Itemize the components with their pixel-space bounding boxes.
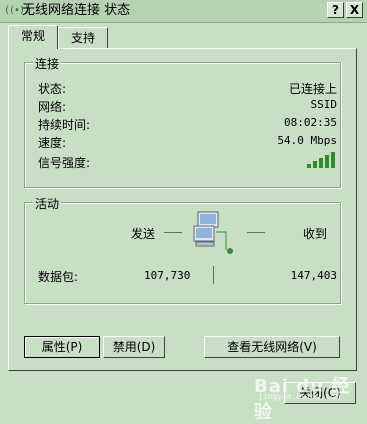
signal-strength-icon bbox=[307, 152, 339, 168]
signal-bar-1 bbox=[307, 164, 311, 168]
close-window-button[interactable]: X bbox=[346, 2, 363, 18]
activity-divider-line bbox=[213, 266, 214, 284]
speed-label: 速度: bbox=[38, 136, 67, 150]
disable-button[interactable]: 禁用(D) bbox=[103, 336, 165, 358]
duration-value: 08:02:35 bbox=[284, 116, 337, 129]
watermark-url: jingyan.baidu.com bbox=[258, 392, 340, 401]
network-value: SSID bbox=[310, 98, 338, 111]
activity-section-label: 活动 bbox=[33, 195, 62, 212]
computers-icon bbox=[190, 210, 236, 256]
received-label: 收到 bbox=[303, 227, 328, 241]
connection-section-label: 连接 bbox=[33, 55, 62, 72]
received-packets-value: 147,403 bbox=[290, 269, 337, 282]
packets-label: 数据包: bbox=[38, 270, 79, 284]
signal-bar-3 bbox=[319, 158, 323, 168]
properties-button[interactable]: 属性(P) bbox=[24, 336, 100, 358]
status-value: 已连接上 bbox=[288, 82, 337, 96]
signal-bar-2 bbox=[313, 161, 317, 168]
sent-label: 发送 bbox=[131, 227, 156, 241]
title-bar: ((•)) 无线网络连接 状态 ? X bbox=[0, 0, 367, 23]
duration-label: 持续时间: bbox=[38, 118, 91, 132]
received-line bbox=[247, 232, 265, 233]
window-title: 无线网络连接 状态 bbox=[22, 3, 131, 18]
sent-packets-value: 107,730 bbox=[144, 269, 191, 282]
help-button[interactable]: ? bbox=[327, 2, 344, 18]
signal-strength-label: 信号强度: bbox=[38, 156, 91, 170]
tab-support[interactable]: 支持 bbox=[58, 27, 108, 49]
signal-bar-4 bbox=[325, 155, 329, 168]
status-label: 状态: bbox=[38, 82, 67, 96]
view-wireless-networks-button[interactable]: 查看无线网络(V) bbox=[204, 336, 340, 358]
activity-group: 活动 bbox=[24, 195, 341, 304]
wireless-icon: ((•)) bbox=[4, 5, 30, 16]
tab-general[interactable]: 常规 bbox=[8, 25, 58, 49]
sent-line bbox=[164, 232, 182, 233]
speed-value: 54.0 Mbps bbox=[277, 134, 337, 147]
network-label: 网络: bbox=[38, 100, 67, 114]
signal-bar-5 bbox=[331, 152, 335, 168]
